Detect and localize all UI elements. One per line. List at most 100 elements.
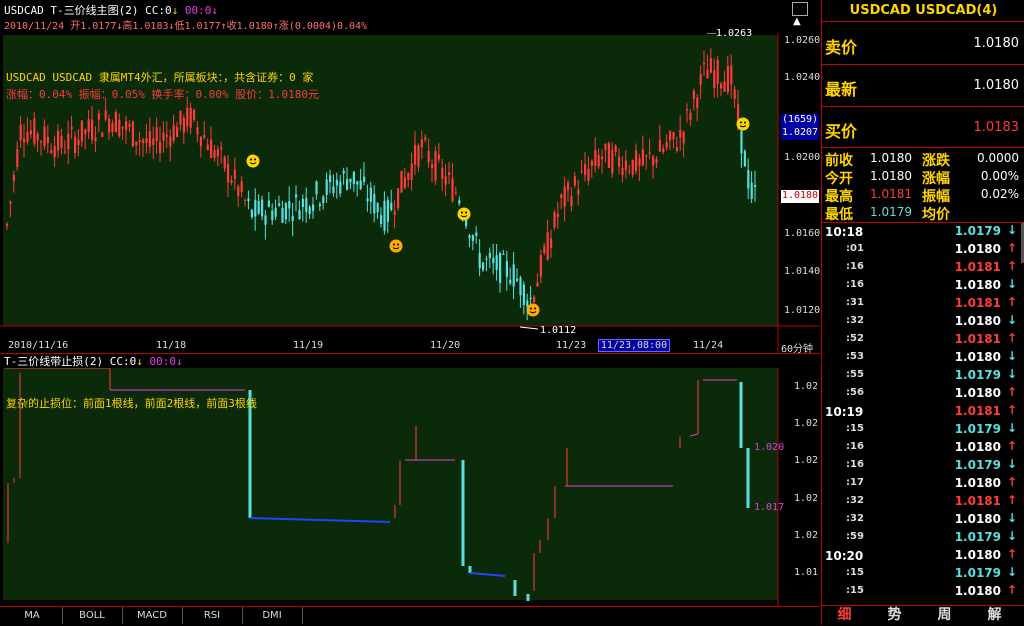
- tick-time: :56: [846, 387, 864, 398]
- tick-price: 1.0180: [954, 350, 1001, 364]
- tick-price: 1.0180: [954, 314, 1001, 328]
- x-tick: 11/19: [293, 340, 324, 351]
- x-tick: 11/18: [156, 340, 187, 351]
- sub-cc-arrow: ↓: [136, 355, 143, 368]
- candle-body: [142, 139, 145, 144]
- arrow-down-icon: ↓: [1006, 277, 1017, 291]
- candle-body: [9, 201, 12, 204]
- tab-macd[interactable]: MACD: [122, 607, 183, 624]
- arrow-up-icon: ↑: [1006, 583, 1017, 597]
- arrow-down-icon: ↓: [1006, 223, 1017, 237]
- candle-body: [230, 180, 233, 183]
- sub-indicator-name: T-三价线带止损(2): [4, 355, 104, 368]
- candle-body: [546, 232, 549, 260]
- candle-body: [536, 282, 539, 287]
- candle-body: [454, 192, 457, 194]
- buy-value: 1.0183: [973, 120, 1020, 135]
- candle-body: [363, 176, 366, 182]
- candle-body: [301, 198, 304, 207]
- candle-body: [101, 132, 104, 137]
- low-marker: 1.0112: [540, 325, 577, 336]
- candle-body: [638, 158, 641, 166]
- tick-price: 1.0179: [954, 458, 1001, 472]
- arrow-down-icon: ↓: [1006, 313, 1017, 327]
- candle-body: [346, 178, 349, 190]
- candle-body: [291, 215, 294, 221]
- candle-body: [84, 129, 87, 135]
- tab-detail[interactable]: 细: [822, 606, 867, 625]
- candle-body: [553, 212, 556, 228]
- tab-rsi[interactable]: RSI: [182, 607, 243, 624]
- tab-week[interactable]: 周: [922, 606, 967, 625]
- tab-analysis[interactable]: 解: [972, 606, 1017, 625]
- candle-body: [264, 215, 267, 225]
- stat-value: 0.00%: [980, 169, 1019, 183]
- arrow-up-icon: ↑: [1006, 259, 1017, 273]
- tick-time: :15: [846, 585, 864, 596]
- candle-body: [159, 141, 162, 153]
- candle-body: [713, 70, 716, 88]
- main-indicator-name: T-三价线主图(2): [50, 4, 139, 17]
- candle-body: [97, 113, 100, 120]
- candle-body: [60, 135, 63, 149]
- candle-body: [556, 213, 559, 217]
- candle-body: [104, 110, 107, 120]
- candle-body: [703, 62, 706, 65]
- symbol-label: USDCAD: [4, 4, 44, 17]
- tick-row: :32 1.0181 ↑: [822, 493, 1024, 511]
- candle-body: [298, 210, 301, 220]
- candle-body: [152, 138, 155, 145]
- candle-body: [414, 144, 417, 165]
- scroll-up-icon[interactable]: ▲: [793, 16, 801, 27]
- candle-body: [63, 151, 66, 153]
- tick-price: 1.0181: [954, 332, 1001, 346]
- candle-body: [169, 136, 172, 147]
- tick-time: :16: [846, 459, 864, 470]
- tick-time: :32: [846, 315, 864, 326]
- candle-body: [162, 132, 165, 141]
- tab-dmi[interactable]: DMI: [242, 607, 303, 624]
- tab-trend[interactable]: 势: [872, 606, 917, 625]
- tab-ma[interactable]: MA: [2, 607, 63, 624]
- candle-body: [240, 181, 243, 193]
- candle-body: [577, 189, 580, 195]
- candle-body: [458, 200, 461, 204]
- candle-body: [135, 141, 138, 146]
- candle-body: [692, 90, 695, 100]
- chart-panel[interactable]: USDCAD T-三价线主图(2) CC:0↓ 00:0↓ 2010/11/24…: [0, 0, 820, 606]
- tick-row: :32 1.0180 ↓: [822, 313, 1024, 331]
- sub-right-label: 1.017: [754, 502, 785, 513]
- candle-body: [94, 137, 97, 142]
- candle-body: [271, 210, 274, 221]
- candle-body: [74, 136, 77, 153]
- candle-body: [138, 140, 141, 142]
- candle-body: [216, 149, 219, 157]
- tab-boll[interactable]: BOLL: [62, 607, 123, 624]
- restore-icon[interactable]: [792, 2, 808, 16]
- candle-body: [114, 112, 117, 133]
- tick-price: 1.0179: [954, 422, 1001, 436]
- x-tick: 11/20: [430, 340, 461, 351]
- candle-body: [43, 126, 46, 147]
- candle-body: [601, 156, 604, 159]
- stat-value: 1.0179: [870, 205, 912, 219]
- candle-body: [356, 181, 359, 185]
- candle-body: [23, 138, 26, 143]
- tick-row: :32 1.0180 ↓: [822, 511, 1024, 529]
- candle-body: [686, 109, 689, 111]
- tick-row: :15 1.0179 ↓: [822, 565, 1024, 583]
- candle-body: [434, 151, 437, 181]
- sub-y-tick: 1.02: [794, 530, 819, 541]
- tick-time: :16: [846, 279, 864, 290]
- candle-body: [492, 257, 495, 264]
- tick-price: 1.0181: [954, 404, 1001, 418]
- candle-body: [359, 180, 362, 189]
- x-tick: 11/24: [693, 340, 724, 351]
- candle-body: [6, 223, 9, 227]
- candle-body: [597, 155, 600, 167]
- volume-box: (1659): [781, 114, 819, 127]
- stat-label: 最低: [825, 207, 853, 223]
- candle-body: [499, 252, 502, 283]
- tick-row: :53 1.0180 ↓: [822, 349, 1024, 367]
- candle-body: [720, 83, 723, 89]
